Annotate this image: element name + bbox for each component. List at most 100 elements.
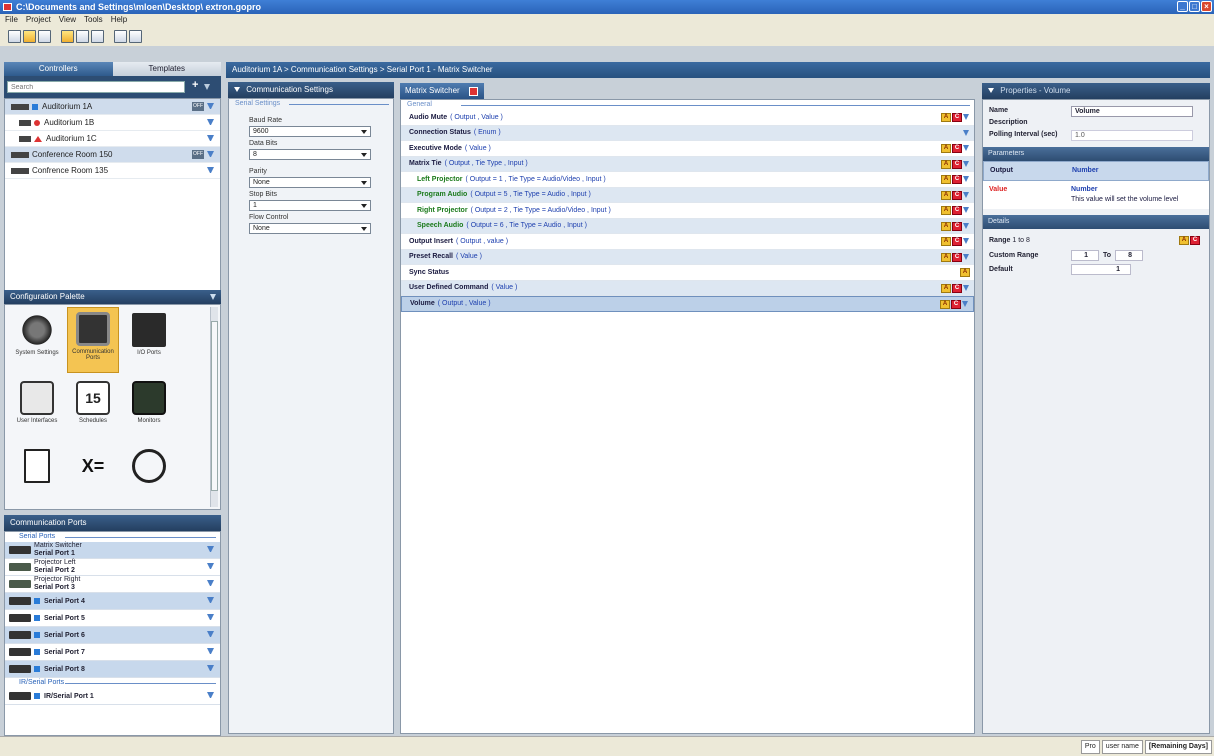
badge-c-icon[interactable]: C [951,300,961,309]
chart-icon[interactable] [91,29,104,43]
palette-user-interfaces[interactable]: User Interfaces [11,377,63,443]
badge-c-icon[interactable]: C [952,206,962,215]
badge-a-icon[interactable]: A [1179,236,1189,245]
filter-icon[interactable] [963,113,970,122]
port-row[interactable]: Serial Port 5 [5,610,220,627]
filter-icon[interactable] [207,631,214,638]
collapse-icon[interactable] [988,88,994,93]
badge-c-icon[interactable]: C [952,144,962,153]
command-row[interactable]: User Defined Command( Value ) A C [401,280,974,296]
filter-icon[interactable] [963,206,970,215]
search-input[interactable] [7,81,185,93]
palette-system-settings[interactable]: System Settings [11,309,63,375]
flow-control-select[interactable]: None [249,223,371,234]
palette-schedules[interactable]: 15 Schedules [67,377,119,443]
port-row[interactable]: Projector Left Serial Port 2 [5,559,220,576]
palette-io-ports[interactable]: I/O Ports [123,309,175,375]
badge-a-icon[interactable]: A [941,175,951,184]
command-row[interactable]: Volume( Output , Value ) A C [401,296,974,312]
save-icon[interactable] [38,29,51,43]
command-row[interactable]: Executive Mode( Value ) A C [401,141,974,157]
filter-icon[interactable] [962,300,969,309]
baud-rate-select[interactable]: 9600 [249,126,371,137]
controller-item[interactable]: Auditorium 1A OFF [5,99,220,115]
filter-icon[interactable] [207,692,214,699]
controller-item[interactable]: Auditorium 1B [5,115,220,131]
filter-icon[interactable] [207,563,214,570]
tab-controllers[interactable]: Controllers [4,62,113,76]
default-stepper[interactable]: 1 [1071,264,1131,275]
badge-a-icon[interactable]: A [941,237,951,246]
filter-icon[interactable] [963,144,970,153]
controller-item[interactable]: Confrence Room 135 [5,163,220,179]
filter-icon[interactable] [963,284,970,293]
command-row[interactable]: Left Projector( Output = 1 , Tie Type = … [401,172,974,188]
filter-icon[interactable] [963,237,970,246]
filter-icon[interactable] [963,222,970,231]
command-row[interactable]: Program Audio( Output = 5 , Tie Type = A… [401,187,974,203]
menu-help[interactable]: Help [111,14,127,26]
custom-range-to-stepper[interactable]: 8 [1115,250,1143,261]
parity-select[interactable]: None [249,177,371,188]
port-row[interactable]: Serial Port 8 [5,661,220,678]
parameter-row-value[interactable]: Value Number This value will set the vol… [983,181,1209,209]
data-bits-select[interactable]: 8 [249,149,371,160]
badge-a-icon[interactable]: A [941,113,951,122]
filter-icon[interactable] [207,103,214,110]
badge-c-icon[interactable]: C [952,221,962,231]
close-tab-icon[interactable] [469,87,478,96]
new-file-icon[interactable] [8,29,21,43]
palette-communication-ports[interactable]: Communication Ports [67,307,119,373]
command-row[interactable]: Output Insert( Output , value ) A C [401,234,974,250]
filter-icon[interactable] [963,160,970,169]
badge-a-icon[interactable]: A [941,144,951,153]
filter-icon[interactable] [207,167,214,174]
badge-a-icon[interactable]: A [941,252,951,262]
custom-range-from-stepper[interactable]: 1 [1071,250,1099,261]
filter-icon[interactable] [963,253,970,262]
badge-a-icon[interactable]: A [960,268,970,277]
badge-c-icon[interactable]: C [952,237,962,246]
build-icon[interactable] [114,29,127,43]
collapse-icon[interactable] [234,87,240,92]
tab-templates[interactable]: Templates [112,62,221,76]
menu-tools[interactable]: Tools [84,14,103,26]
filter-icon[interactable] [207,665,214,672]
badge-a-icon[interactable]: A [941,221,951,231]
badge-c-icon[interactable]: C [952,159,962,169]
badge-c-icon[interactable]: C [952,175,962,184]
controller-item[interactable]: Conference Room 150 OFF [5,147,220,163]
port-row[interactable]: Serial Port 4 [5,593,220,610]
badge-c-icon[interactable]: C [952,252,962,262]
polling-input[interactable]: 1.0 [1071,130,1193,141]
palette-scrollbar[interactable] [210,307,218,507]
menu-project[interactable]: Project [26,14,51,26]
menu-view[interactable]: View [59,14,76,26]
port-row[interactable]: IR/Serial Port 1 [5,688,220,705]
badge-a-icon[interactable]: A [941,283,951,293]
filter-icon[interactable] [207,597,214,604]
palette-variables[interactable]: X= [67,445,119,495]
stop-bits-select[interactable]: 1 [249,200,371,211]
scrollbar-thumb[interactable] [211,321,218,491]
command-row[interactable]: Preset Recall( Value ) A C [401,249,974,265]
command-row[interactable]: Matrix Tie( Output , Tie Type , Input ) A… [401,156,974,172]
close-button[interactable]: × [1201,1,1212,12]
filter-icon[interactable] [963,129,970,138]
filter-icon[interactable] [207,151,214,158]
name-input[interactable]: Volume [1071,106,1193,117]
badge-c-icon[interactable]: C [952,283,962,293]
filter-icon[interactable] [207,546,214,553]
command-row[interactable]: Audio Mute( Output , Value ) A C [401,110,974,126]
filter-icon[interactable] [963,191,970,200]
open-folder-icon[interactable] [23,29,36,43]
upload-icon[interactable] [129,29,142,43]
palette-timers[interactable] [123,445,175,495]
add-icon[interactable]: + [192,79,198,91]
port-row[interactable]: Projector Right Serial Port 3 [5,576,220,593]
filter-icon[interactable] [207,614,214,621]
port-row[interactable]: Matrix Switcher Serial Port 1 [5,542,220,559]
badge-c-icon[interactable]: C [952,190,962,200]
command-row[interactable]: Speech Audio( Output = 6 , Tie Type = Au… [401,218,974,234]
badge-c-icon[interactable]: C [952,113,962,122]
